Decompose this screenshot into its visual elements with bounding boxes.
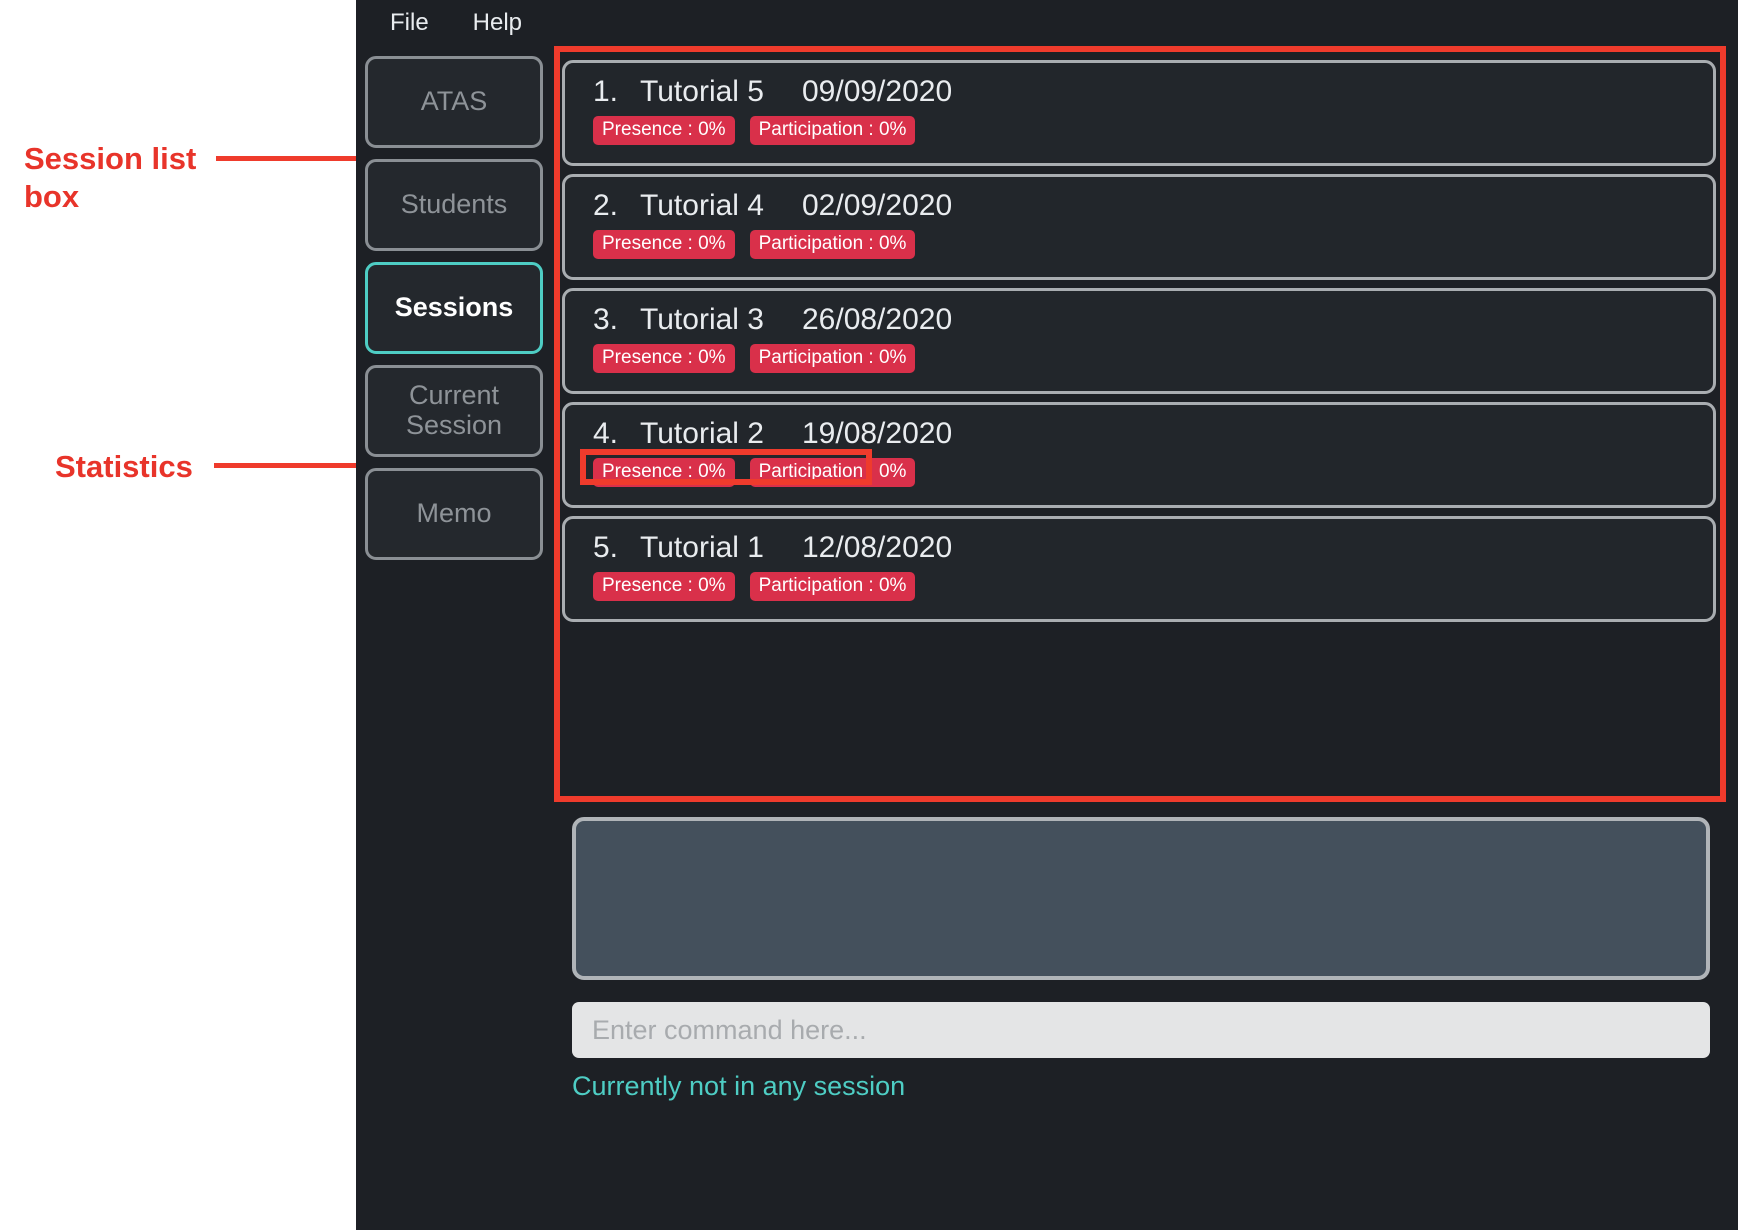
session-card[interactable]: 5. Tutorial 1 12/08/2020 Presence : 0% P… — [562, 516, 1716, 622]
menu-bar: File Help — [356, 0, 1738, 46]
participation-badge: Participation : 0% — [749, 230, 916, 259]
session-statistics: Presence : 0% Participation : 0% — [593, 458, 1713, 487]
session-date: 19/08/2020 — [801, 417, 953, 450]
participation-badge: Participation : 0% — [749, 116, 916, 145]
session-title-row: 2. Tutorial 4 02/09/2020 — [593, 189, 1713, 223]
session-list-box[interactable]: 1. Tutorial 5 09/09/2020 Presence : 0% P… — [554, 52, 1724, 804]
application-window: File Help ATAS Students Sessions Current… — [356, 0, 1738, 1230]
presence-badge: Presence : 0% — [593, 344, 735, 373]
session-name: Tutorial 2 — [640, 417, 764, 450]
result-display-box — [572, 817, 1710, 980]
sidebar-navigation: ATAS Students Sessions Current Session M… — [356, 46, 554, 1230]
annotation-label-session-list: Session list box — [24, 141, 197, 214]
session-name: Tutorial 5 — [640, 75, 764, 108]
participation-badge: Participation : 0% — [749, 458, 916, 487]
session-index: 5. — [593, 531, 619, 564]
session-name: Tutorial 4 — [640, 189, 764, 222]
screenshot-root: Session list box Statistics File Help AT… — [0, 0, 1738, 1230]
session-date: 12/08/2020 — [801, 531, 953, 564]
session-statistics: Presence : 0% Participation : 0% — [593, 116, 1713, 145]
session-index: 2. — [593, 189, 619, 222]
session-statistics: Presence : 0% Participation : 0% — [593, 230, 1713, 259]
session-status-text: Currently not in any session — [572, 1071, 906, 1101]
session-date: 02/09/2020 — [801, 189, 953, 222]
participation-badge: Participation : 0% — [749, 344, 916, 373]
session-title-row: 3. Tutorial 3 26/08/2020 — [593, 303, 1713, 337]
command-input[interactable] — [572, 1002, 1710, 1058]
command-box-wrapper — [572, 1002, 1710, 1058]
sidebar-item-current-session[interactable]: Current Session — [365, 365, 543, 457]
menu-item-file[interactable]: File — [382, 7, 437, 39]
presence-badge: Presence : 0% — [593, 458, 735, 487]
session-card[interactable]: 1. Tutorial 5 09/09/2020 Presence : 0% P… — [562, 60, 1716, 166]
participation-badge: Participation : 0% — [749, 572, 916, 601]
session-index: 1. — [593, 75, 619, 108]
content-column: 1. Tutorial 5 09/09/2020 Presence : 0% P… — [554, 46, 1738, 1230]
session-title-row: 1. Tutorial 5 09/09/2020 — [593, 75, 1713, 109]
session-name: Tutorial 3 — [640, 303, 764, 336]
presence-badge: Presence : 0% — [593, 572, 735, 601]
session-card[interactable]: 3. Tutorial 3 26/08/2020 Presence : 0% P… — [562, 288, 1716, 394]
menu-item-help[interactable]: Help — [465, 7, 530, 39]
sidebar-item-memo[interactable]: Memo — [365, 468, 543, 560]
session-date: 26/08/2020 — [801, 303, 953, 336]
session-date: 09/09/2020 — [801, 75, 953, 108]
main-body: ATAS Students Sessions Current Session M… — [356, 46, 1738, 1230]
session-index: 3. — [593, 303, 619, 336]
sidebar-item-students[interactable]: Students — [365, 159, 543, 251]
presence-badge: Presence : 0% — [593, 230, 735, 259]
session-statistics: Presence : 0% Participation : 0% — [593, 344, 1713, 373]
session-card[interactable]: 2. Tutorial 4 02/09/2020 Presence : 0% P… — [562, 174, 1716, 280]
session-card[interactable]: 4. Tutorial 2 19/08/2020 Presence : 0% P… — [562, 402, 1716, 508]
session-title-row: 5. Tutorial 1 12/08/2020 — [593, 531, 1713, 565]
session-name: Tutorial 1 — [640, 531, 764, 564]
sidebar-item-sessions[interactable]: Sessions — [365, 262, 543, 354]
session-title-row: 4. Tutorial 2 19/08/2020 — [593, 417, 1713, 451]
session-statistics: Presence : 0% Participation : 0% — [593, 572, 1713, 601]
session-index: 4. — [593, 417, 619, 450]
sidebar-item-atas[interactable]: ATAS — [365, 56, 543, 148]
presence-badge: Presence : 0% — [593, 116, 735, 145]
